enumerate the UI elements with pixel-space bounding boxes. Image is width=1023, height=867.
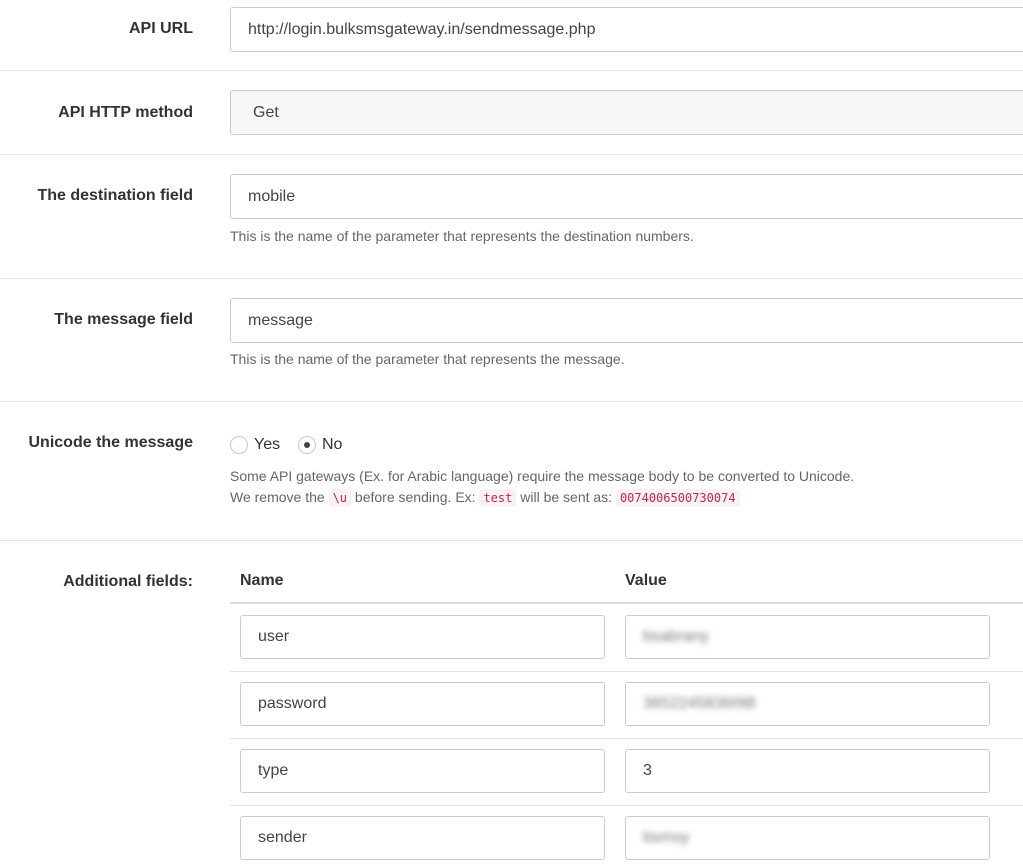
destination-help-text: This is the name of the parameter that r… — [230, 228, 694, 244]
code-example-output: 0074006500730074 — [615, 489, 740, 507]
radio-unchecked-icon[interactable] — [230, 436, 248, 454]
message-field-input[interactable]: message — [230, 298, 1023, 343]
field-value-input[interactable]: bsmsy — [625, 816, 990, 860]
redacted-value: 3652245836I9B — [643, 695, 756, 712]
divider — [0, 278, 1023, 279]
table-header-divider — [230, 602, 1023, 604]
radio-checked-icon[interactable] — [298, 436, 316, 454]
column-header-name: Name — [240, 572, 284, 589]
field-name-input[interactable]: type — [240, 749, 605, 793]
unicode-yes-radio[interactable]: Yes — [230, 436, 280, 454]
table-row-divider — [230, 738, 1023, 739]
http-method-label: API HTTP method — [58, 104, 193, 121]
message-help-text: This is the name of the parameter that r… — [230, 351, 625, 367]
destination-field-input[interactable]: mobile — [230, 174, 1023, 219]
field-name-input[interactable]: user — [240, 615, 605, 659]
help-text-part: will be sent as: — [520, 489, 613, 505]
api-url-label: API URL — [129, 20, 193, 37]
field-name-input[interactable]: password — [240, 682, 605, 726]
table-row-divider — [230, 671, 1023, 672]
unicode-help-line1: Some API gateways (Ex. for Arabic langua… — [230, 468, 855, 484]
code-backslash-u: \u — [328, 489, 352, 507]
redacted-value: bsmsy — [643, 829, 690, 846]
api-url-input[interactable]: http://login.bulksmsgateway.in/sendmessa… — [230, 7, 1023, 52]
unicode-yes-label: Yes — [254, 436, 281, 453]
help-text-part: before sending. Ex: — [354, 489, 476, 505]
divider — [0, 154, 1023, 155]
message-field-label: The message field — [54, 311, 193, 328]
http-method-select[interactable]: Get — [230, 90, 1023, 135]
field-value-input[interactable]: bsabrany — [625, 615, 990, 659]
field-name-input[interactable]: sender — [240, 816, 605, 860]
additional-fields-label: Additional fields: — [63, 573, 193, 590]
unicode-no-label: No — [322, 436, 343, 453]
table-row-divider — [230, 805, 1023, 806]
divider — [0, 70, 1023, 71]
destination-field-label: The destination field — [37, 187, 193, 204]
field-value-input[interactable]: 3652245836I9B — [625, 682, 990, 726]
divider — [0, 540, 1023, 541]
field-value-input[interactable]: 3 — [625, 749, 990, 793]
code-example-input: test — [479, 489, 517, 507]
unicode-no-radio[interactable]: No — [298, 436, 342, 454]
help-text-part: We remove the — [230, 489, 325, 505]
unicode-label: Unicode the message — [28, 434, 194, 451]
column-header-value: Value — [625, 572, 667, 589]
redacted-value: bsabrany — [643, 628, 709, 645]
divider — [0, 401, 1023, 402]
unicode-help-line2: We remove the \u before sending. Ex: tes… — [230, 489, 740, 507]
